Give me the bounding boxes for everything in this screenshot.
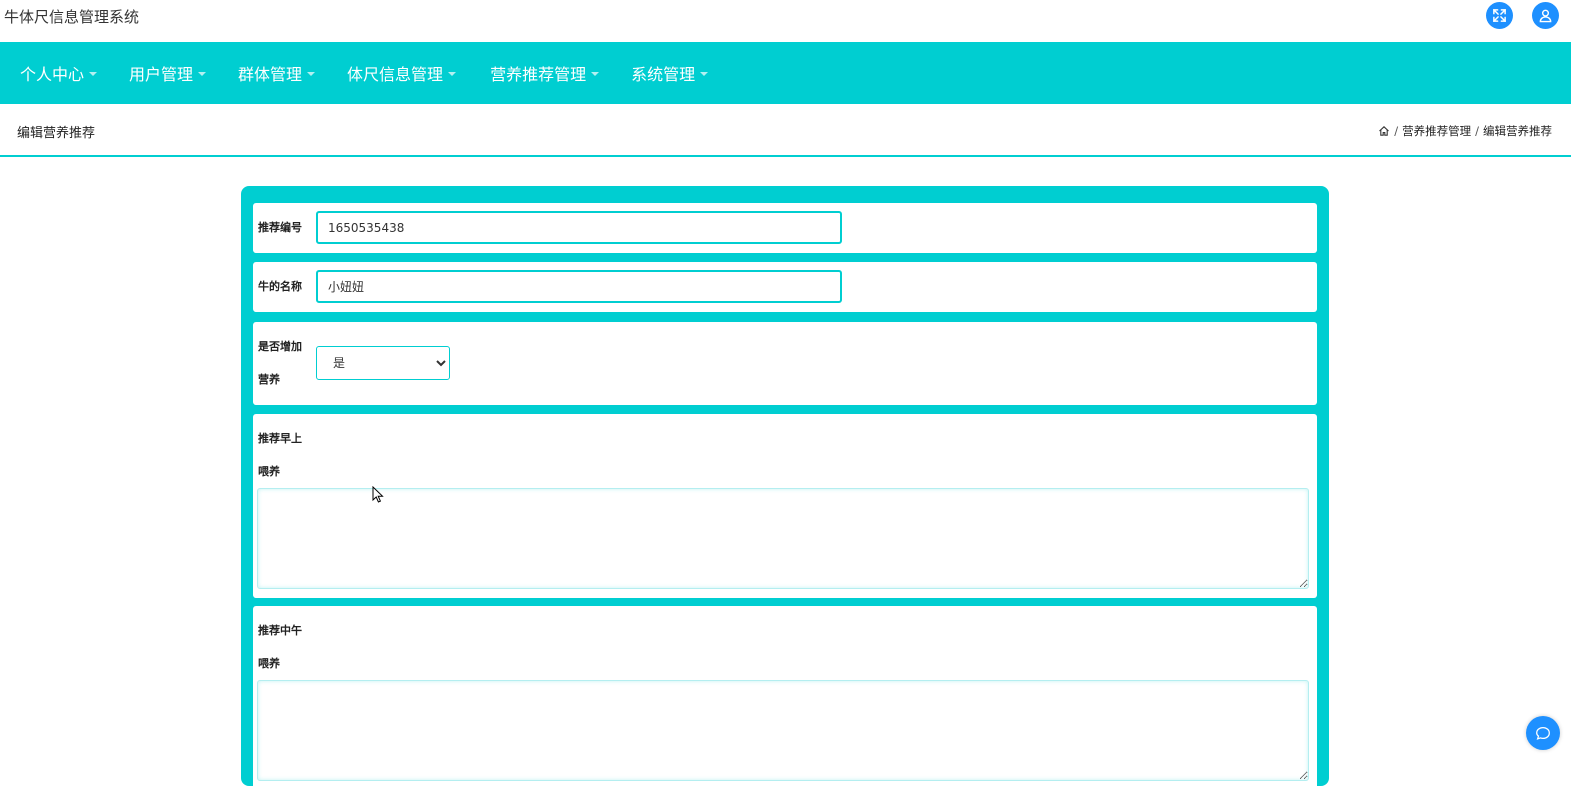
breadcrumb-item-nutrition-management[interactable]: 营养推荐管理 xyxy=(1402,123,1471,139)
main-nav: 个人中心 用户管理 群体管理 体尺信息管理 营养推荐管理 系统管理 xyxy=(0,42,1571,104)
user-icon xyxy=(1539,9,1552,23)
caret-down-icon xyxy=(700,72,709,76)
form-row-recommend-no: 推荐编号 xyxy=(253,203,1317,253)
recommend-no-input[interactable] xyxy=(316,211,842,244)
form-row-cow-name: 牛的名称 xyxy=(253,262,1317,312)
fullscreen-button[interactable] xyxy=(1486,2,1513,29)
caret-down-icon xyxy=(591,72,600,76)
add-nutrition-label-line1: 是否增加 xyxy=(258,340,302,353)
edit-form: 推荐编号 牛的名称 是否增加 营养 是 推荐早上 喂养 推荐中午 喂养 xyxy=(241,186,1329,806)
noon-feed-label-line1: 推荐中午 xyxy=(258,624,302,637)
noon-feed-textarea[interactable] xyxy=(257,680,1309,781)
morning-feed-label-line1: 推荐早上 xyxy=(258,432,302,445)
nav-item-nutrition-management[interactable]: 营养推荐管理 xyxy=(490,61,600,85)
app-title: 牛体尺信息管理系统 xyxy=(4,8,140,26)
breadcrumb-item-current: 编辑营养推荐 xyxy=(1483,124,1552,138)
nav-item-label: 系统管理 xyxy=(631,65,696,84)
caret-down-icon xyxy=(307,72,316,76)
nav-item-user-management[interactable]: 用户管理 xyxy=(129,61,207,85)
nav-item-body-size-management[interactable]: 体尺信息管理 xyxy=(347,61,457,85)
caret-down-icon xyxy=(448,72,457,76)
breadcrumb: / 营养推荐管理 / 编辑营养推荐 xyxy=(1378,123,1552,139)
caret-down-icon xyxy=(89,72,98,76)
breadcrumb-separator: / xyxy=(1475,124,1479,138)
breadcrumb-bar: 编辑营养推荐 / 营养推荐管理 / 编辑营养推荐 xyxy=(0,104,1571,157)
nav-item-label: 个人中心 xyxy=(20,65,85,84)
noon-feed-label-line2: 喂养 xyxy=(258,657,280,670)
fullscreen-icon xyxy=(1493,9,1506,22)
nav-item-personal-center[interactable]: 个人中心 xyxy=(20,61,98,85)
floating-chat-button[interactable] xyxy=(1526,716,1560,750)
form-row-add-nutrition: 是否增加 营养 是 xyxy=(253,322,1317,405)
cow-name-input[interactable] xyxy=(316,270,842,303)
morning-feed-textarea[interactable] xyxy=(257,488,1309,589)
mouse-cursor-icon xyxy=(372,486,384,503)
nav-item-label: 体尺信息管理 xyxy=(347,65,444,84)
page-title: 编辑营养推荐 xyxy=(17,126,96,141)
recommend-no-label: 推荐编号 xyxy=(258,221,302,234)
top-bar: 牛体尺信息管理系统 xyxy=(0,0,1571,42)
home-icon[interactable] xyxy=(1378,125,1390,137)
cow-name-label: 牛的名称 xyxy=(258,280,302,293)
caret-down-icon xyxy=(198,72,207,76)
morning-feed-label-line2: 喂养 xyxy=(258,465,280,478)
nav-item-system-management[interactable]: 系统管理 xyxy=(631,61,709,85)
form-row-morning-feed: 推荐早上 喂养 xyxy=(253,414,1317,598)
nav-item-label: 用户管理 xyxy=(129,65,194,84)
chat-icon xyxy=(1536,726,1550,740)
add-nutrition-label-line2: 营养 xyxy=(258,373,280,386)
add-nutrition-select[interactable]: 是 xyxy=(316,346,450,380)
nav-item-label: 营养推荐管理 xyxy=(490,65,587,84)
nav-item-group-management[interactable]: 群体管理 xyxy=(238,61,316,85)
form-row-noon-feed: 推荐中午 喂养 xyxy=(253,606,1317,806)
nav-item-label: 群体管理 xyxy=(238,65,303,84)
user-button[interactable] xyxy=(1532,2,1559,29)
breadcrumb-separator: / xyxy=(1394,124,1399,138)
